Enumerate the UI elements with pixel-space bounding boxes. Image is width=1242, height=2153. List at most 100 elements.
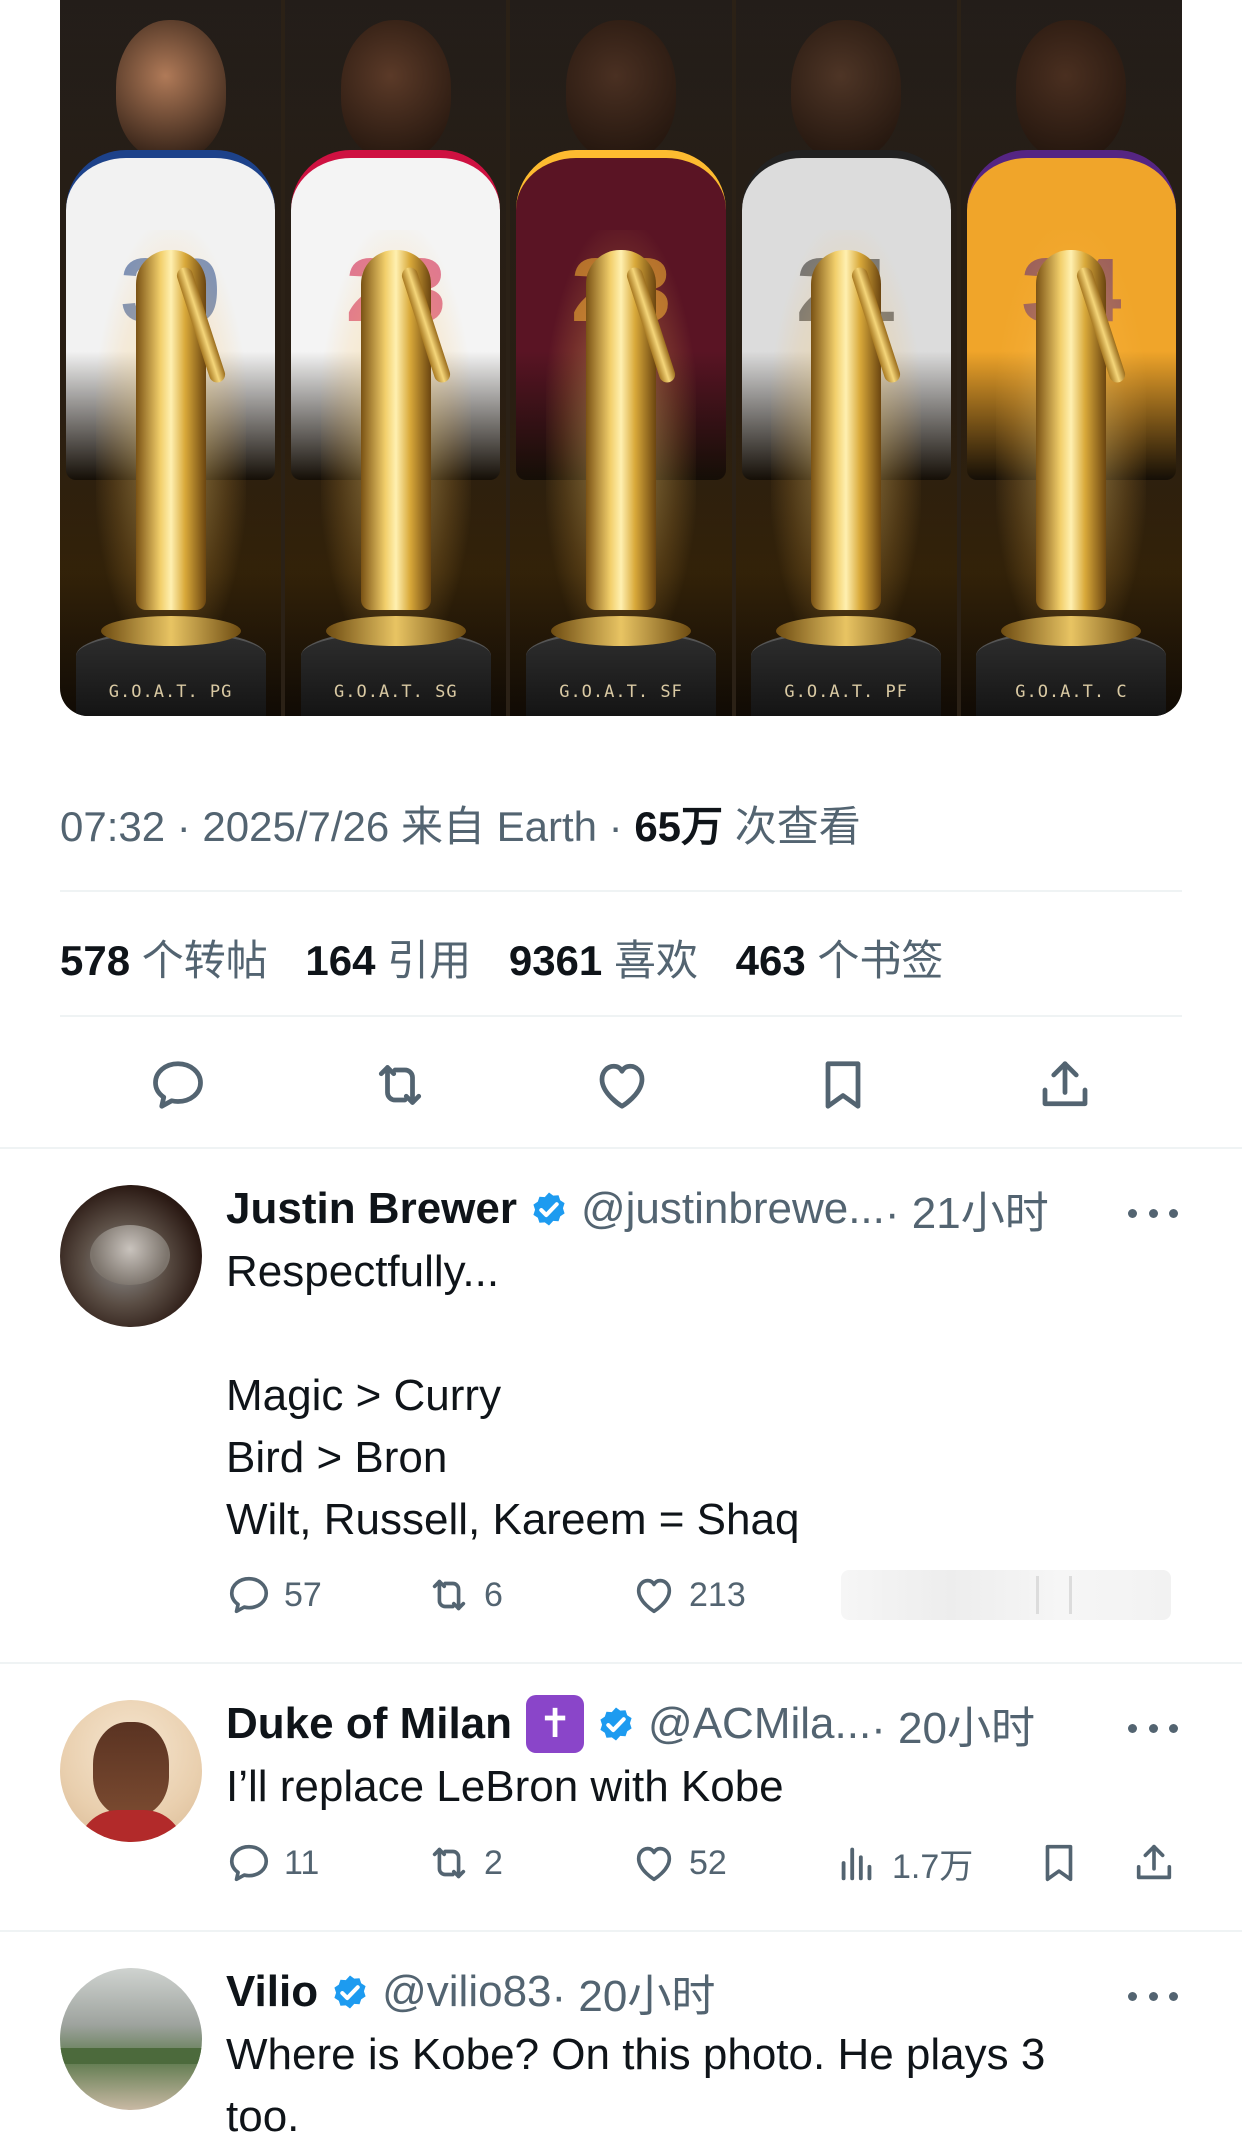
goat-label: G.O.A.T. SG: [334, 682, 458, 702]
obscured-actions: [841, 1570, 1171, 1620]
verified-badge-icon[interactable]: [527, 1187, 571, 1231]
retweets-label: 个转帖: [130, 937, 268, 984]
likes-label: 喜欢: [602, 937, 698, 984]
reply-action-bar: 11 2 52 1.7万: [226, 1838, 1186, 1888]
analytics-icon: [841, 1847, 872, 1881]
quotes-label: 引用: [375, 937, 472, 984]
more-options-icon[interactable]: [1128, 1203, 1178, 1223]
goat-panel: 23G.O.A.T. SG: [285, 0, 511, 716]
like-button[interactable]: 213: [631, 1570, 746, 1620]
avatar[interactable]: [60, 1700, 202, 1842]
trophy-pedestal: [776, 616, 917, 646]
reply-time: · 21小时: [884, 1189, 1049, 1238]
share-icon: [1136, 1844, 1172, 1880]
share-button[interactable]: [1131, 1838, 1189, 1888]
goat-label: G.O.A.T. PG: [108, 682, 233, 702]
likes-stat[interactable]: 9361 喜欢: [509, 937, 698, 984]
avatar[interactable]: [60, 1968, 202, 2110]
player-head: [791, 20, 902, 160]
retweet-button[interactable]: 2: [426, 1838, 503, 1888]
player-head: [115, 20, 226, 160]
heart-icon: [636, 1846, 672, 1882]
reply-header: Justin Brewer @justinbrewe... · 21小时: [226, 1177, 1049, 1241]
reply-icon: [153, 1061, 203, 1109]
views-button[interactable]: 1.7万: [834, 1838, 973, 1888]
goat-label: G.O.A.T. PF: [784, 682, 908, 702]
reply-time: · 20小时: [871, 1704, 1035, 1753]
reply-icon: [229, 1576, 269, 1614]
share-button[interactable]: [1030, 1050, 1100, 1120]
player-head: [1016, 20, 1127, 160]
tweet-meta: 07:32 · 2025/7/26 来自 Earth · 65万 次查看: [60, 793, 861, 854]
tweet-media-image[interactable]: 30G.O.A.T. PG23G.O.A.T. SG23G.O.A.T. SF2…: [60, 0, 1182, 716]
bookmarks-count: 463: [735, 937, 806, 984]
view-count: 65万: [634, 803, 724, 850]
view-label: 次查看: [723, 803, 861, 850]
engagement-stats: 578 个转帖 164 引用 9361 喜欢 463 个书签: [60, 927, 969, 988]
retweet-icon: [432, 1579, 466, 1611]
reply-count: 11: [284, 1843, 320, 1882]
avatar-face: [93, 1722, 169, 1816]
cat-image: [90, 1225, 170, 1285]
goat-label: G.O.A.T. SF: [559, 682, 683, 702]
player-head: [340, 20, 451, 160]
like-button[interactable]: 52: [631, 1838, 727, 1888]
reply-time: · 20小时: [551, 1972, 716, 2021]
retweet-button[interactable]: [365, 1050, 435, 1120]
player-head: [566, 20, 676, 160]
display-name[interactable]: Duke of Milan: [226, 1699, 512, 1749]
avatar[interactable]: [60, 1185, 202, 1327]
user-handle[interactable]: @vilio83: [382, 1967, 551, 2017]
quotes-count: 164: [305, 937, 376, 984]
bookmarks-label: 个书签: [805, 937, 944, 984]
likes-count: 9361: [508, 937, 603, 984]
reply-button[interactable]: [143, 1050, 213, 1120]
reply-header: Duke of Milan ✝ @ACMila... · 20小时: [226, 1692, 1035, 1756]
reply-text: Where is Kobe? On this photo. He plays 3…: [226, 2030, 1046, 2141]
user-handle[interactable]: @justinbrewe...: [581, 1184, 885, 1234]
trophy-pedestal: [325, 616, 466, 646]
more-options-icon[interactable]: [1128, 1718, 1178, 1738]
heart-icon: [636, 1578, 672, 1614]
reply-item[interactable]: Duke of Milan ✝ @ACMila... · 20小时 I’ll r…: [0, 1662, 1242, 1930]
retweet-count: 6: [484, 1575, 503, 1614]
like-count: 213: [689, 1575, 746, 1614]
reply-button[interactable]: 11: [226, 1838, 319, 1888]
reply-header: Vilio @vilio83 · 20小时: [226, 1960, 715, 2024]
reply-button[interactable]: 57: [226, 1570, 322, 1620]
goat-panel: 21G.O.A.T. PF: [735, 0, 961, 716]
divider: [60, 1015, 1182, 1017]
quotes-stat[interactable]: 164 引用: [305, 937, 471, 984]
tweet-timestamp-source[interactable]: 07:32 · 2025/7/26 来自 Earth ·: [60, 803, 634, 850]
verified-badge-icon[interactable]: [328, 1970, 372, 2014]
trophy-pedestal: [100, 616, 241, 646]
reply-text: Respectfully... Magic > Curry Bird > Bro…: [226, 1247, 800, 1544]
bookmark-button[interactable]: [1036, 1838, 1094, 1888]
goat-panel: 30G.O.A.T. PG: [60, 0, 286, 716]
user-handle[interactable]: @ACMila...: [648, 1699, 871, 1749]
view-count: 1.7万: [892, 1847, 974, 1886]
cross-emoji-icon: ✝: [526, 1695, 585, 1753]
bookmark-icon: [1045, 1844, 1073, 1882]
verified-badge-icon[interactable]: [594, 1702, 638, 1746]
display-name[interactable]: Justin Brewer: [226, 1184, 517, 1234]
retweet-button[interactable]: 6: [426, 1570, 503, 1620]
like-button[interactable]: [587, 1050, 657, 1120]
trophy-pedestal: [551, 616, 691, 646]
reply-action-bar: 57 6 213: [226, 1570, 1186, 1620]
trophy-pedestal: [1001, 616, 1142, 646]
heart-icon: [599, 1063, 645, 1109]
retweet-count: 2: [484, 1843, 503, 1882]
display-name[interactable]: Vilio: [226, 1967, 318, 2017]
reply-text: I’ll replace LeBron with Kobe: [226, 1762, 784, 1811]
avatar-shirt: [78, 1810, 184, 1842]
bookmark-button[interactable]: [808, 1050, 878, 1120]
bookmarks-stat[interactable]: 463 个书签: [736, 937, 944, 984]
retweets-stat[interactable]: 578 个转帖: [60, 937, 268, 984]
reply-item[interactable]: Vilio @vilio83 · 20小时 Where is Kobe? On …: [0, 1930, 1242, 2153]
more-options-icon[interactable]: [1128, 1986, 1178, 2006]
like-count: 52: [689, 1843, 727, 1882]
reply-item[interactable]: Justin Brewer @justinbrewe... · 21小时 Res…: [0, 1147, 1242, 1662]
retweet-icon: [432, 1847, 466, 1879]
goat-label: G.O.A.T. C: [1015, 682, 1128, 702]
